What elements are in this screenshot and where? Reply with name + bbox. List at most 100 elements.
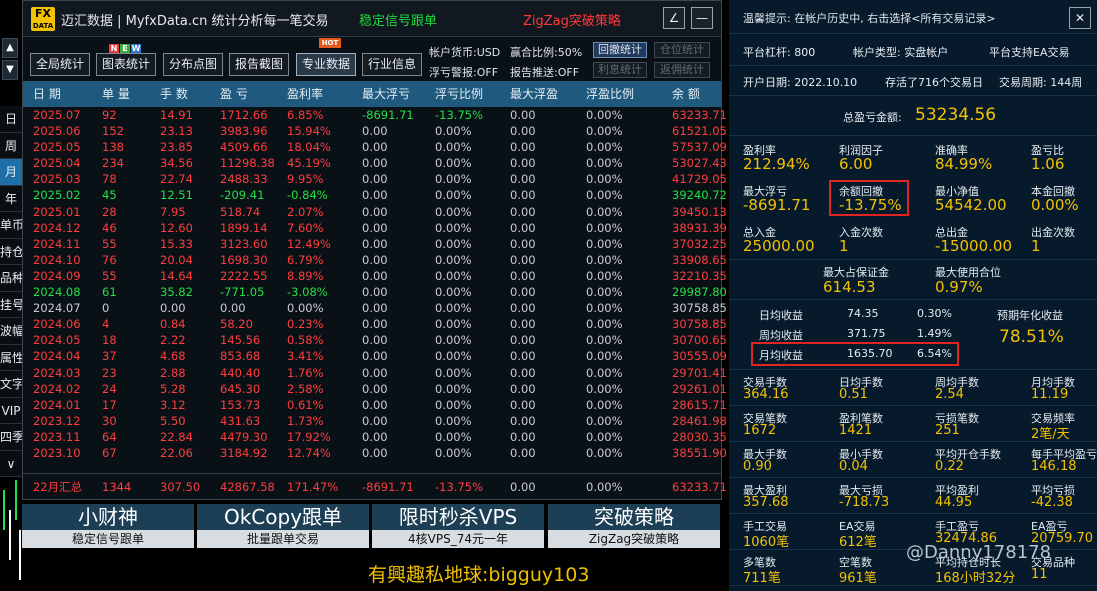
table-row[interactable]: 2024.02 24 5.28 645.30 2.58% 0.00 0.00% 0.00 0.0… (23, 381, 727, 397)
edit-icon[interactable]: ∠ (663, 7, 685, 29)
column-header[interactable]: 日 期 (23, 81, 89, 107)
chart-stats-button[interactable]: 图表统计 (96, 53, 156, 76)
interest-stats-button[interactable]: 利息统计 (593, 62, 647, 78)
table-cell: 55 (102, 236, 117, 251)
column-header[interactable]: 最大浮盈 (500, 81, 576, 107)
drawdown-stats-button[interactable]: 回撤统计 (593, 42, 647, 58)
report-screenshot-button[interactable]: 报告截图 (229, 53, 289, 76)
table-row[interactable]: 2024.08 61 35.82 -771.05 -3.08% 0.00 0.00% 0.00… (23, 284, 727, 300)
table-row[interactable]: 2023.10 67 22.06 3184.92 12.74% 0.00 0.00% 0.00… (23, 445, 727, 461)
column-header[interactable]: 浮盈比例 (576, 81, 644, 107)
table-row[interactable]: 2025.06 152 23.13 3983.96 15.94% 0.00 0.00% 0.0… (23, 123, 727, 139)
column-header[interactable]: 盈利率 (274, 81, 349, 107)
rebate-stats-button[interactable]: 返佣统计 (654, 62, 710, 78)
grid-value: 2.54 (935, 387, 964, 402)
table-row[interactable]: 2025.05 138 23.85 4509.66 18.04% 0.00 0.00% 0.0… (23, 139, 727, 155)
table-cell: 153.73 (220, 397, 261, 412)
table-row[interactable]: 2024.11 55 15.33 3123.60 12.49% 0.00 0.00% 0.00… (23, 236, 727, 252)
table-row[interactable]: 2024.03 23 2.88 440.40 1.76% 0.00 0.00% 0.00 0.0… (23, 365, 727, 381)
period-tab[interactable]: 年 (0, 185, 22, 212)
table-cell: -771.05 (220, 285, 265, 300)
period-tab[interactable]: 月 (0, 159, 22, 186)
summary-cell: 42867.58 (220, 480, 275, 494)
table-cell: 152 (102, 124, 124, 139)
table-row[interactable]: 2024.04 37 4.68 853.68 3.41% 0.00 0.00% 0.00 0.0… (23, 348, 727, 364)
period-tab[interactable]: 持仓 (0, 238, 22, 265)
minimize-button[interactable]: — (691, 7, 713, 29)
column-header[interactable]: 手 数 (149, 81, 207, 107)
close-icon[interactable]: ✕ (1069, 7, 1091, 29)
period-tab[interactable]: 四季 (0, 424, 22, 451)
table-row[interactable]: 2025.01 28 7.95 518.74 2.07% 0.00 0.00% 0.00 0.0… (23, 204, 727, 220)
table-row[interactable]: 2024.09 55 14.64 2222.55 8.89% 0.00 0.00% 0.00 0… (23, 268, 727, 284)
period-tab[interactable]: 周 (0, 132, 22, 159)
period-tab[interactable]: 属性 (0, 344, 22, 371)
column-header[interactable]: 余 额 (644, 81, 721, 107)
table-row[interactable]: 2025.07 92 14.91 1712.66 6.85% -8691.71 -13.75… (23, 107, 727, 123)
table-cell: 14.64 (160, 268, 193, 283)
column-header[interactable]: 浮亏比例 (425, 81, 500, 107)
period-tab[interactable]: 挂号 (0, 291, 22, 318)
global-stats-button[interactable]: 全局统计 (30, 53, 90, 76)
candle-bar (15, 480, 17, 520)
period-tab[interactable]: 单币 (0, 212, 22, 239)
table-body: 2025.07 92 14.91 1712.66 6.85% -8691.71 -13.75… (23, 107, 727, 461)
table-cell: 2.58% (287, 381, 324, 396)
annual-label: 预期年化收益 (997, 309, 1063, 322)
table-cell: 45 (102, 188, 117, 203)
table-row[interactable]: 2023.12 30 5.50 431.63 1.73% 0.00 0.00% 0.00 0.0… (23, 413, 727, 429)
scroll-up-button[interactable]: ▲ (2, 38, 18, 58)
period-tab[interactable]: 日 (0, 106, 22, 133)
table-row[interactable]: 2024.12 46 12.60 1899.14 7.60% 0.00 0.00% 0.00 0… (23, 220, 727, 236)
table-cell: 0.00% (586, 285, 623, 300)
table-cell: 0.00 (362, 140, 388, 155)
table-cell: 29987.80 (672, 285, 727, 300)
table-cell: 0.00 (362, 301, 388, 316)
table-cell: 22.74 (160, 172, 193, 187)
table-cell: 0.00% (435, 236, 472, 251)
table-cell: 0.00 (510, 317, 536, 332)
return-amount: 74.35 (847, 307, 879, 320)
period-tab[interactable]: 文字 (0, 371, 22, 398)
promo-vps[interactable]: 限时秒杀VPS 4核VPS_74元一年 (372, 504, 544, 549)
monthly-return-highlight-box (751, 342, 959, 366)
promo-xiaocaishen[interactable]: 小财神 稳定信号跟单 (22, 504, 194, 549)
table-row[interactable]: 2025.03 78 22.74 2488.33 9.95% 0.00 0.00% 0.00 0… (23, 171, 727, 187)
promo-okcopy[interactable]: OkCopy跟单 批量跟单交易 (197, 504, 369, 549)
table-row[interactable]: 2024.07 0 0.00 0.00 0.00% 0.00 0.00% 0.00 0.00% 3… (23, 300, 727, 316)
period-tab[interactable]: 波幅 (0, 318, 22, 345)
column-header[interactable]: 单 量 (89, 81, 149, 107)
table-cell: 23.13 (160, 124, 193, 139)
period-tab[interactable]: 品种 (0, 265, 22, 292)
table-row[interactable]: 2024.01 17 3.12 153.73 0.61% 0.00 0.00% 0.00 0.0… (23, 397, 727, 413)
table-cell: 0.00% (586, 365, 623, 380)
monthly-stats-table: 日 期单 量手 数盈 亏盈利率 最大浮亏 浮亏比例 最大浮盈 浮盈比例余 额 2025.… (23, 81, 727, 461)
pro-data-button[interactable]: 专业数据 (296, 53, 356, 76)
table-cell: 0.00 (362, 333, 388, 348)
scroll-down-button[interactable]: ▼ (2, 60, 18, 80)
period-tab[interactable]: VIP (0, 397, 22, 424)
table-row[interactable]: 2025.02 45 12.51 -209.41 -0.84% 0.00 0.00% 0.00… (23, 187, 727, 203)
signal-follow-link[interactable]: 稳定信号跟单 (359, 10, 437, 29)
table-row[interactable]: 2025.04 234 34.56 11298.38 45.19% 0.00 0.00% 0.… (23, 155, 727, 171)
grid-value: 2笔/天 (1031, 427, 1070, 442)
tip-bar: 温馨提示: 在帐户历史中, 右击选择<所有交易记录> ✕ (729, 0, 1097, 34)
table-cell: 30700.65 (672, 333, 727, 348)
column-header[interactable]: 最大浮亏 (349, 81, 425, 107)
table-cell: 0.00% (586, 252, 623, 267)
distribution-button[interactable]: 分布点图 (163, 53, 223, 76)
table-cell: 3983.96 (220, 124, 268, 139)
position-stats-button[interactable]: 仓位统计 (654, 42, 710, 58)
column-header[interactable]: 盈 亏 (207, 81, 274, 107)
table-row[interactable]: 2024.05 18 2.22 145.56 0.58% 0.00 0.00% 0.00 0.0… (23, 332, 727, 348)
table-cell: 145.56 (220, 333, 261, 348)
table-row[interactable]: 2024.10 76 20.04 1698.30 6.79% 0.00 0.00% 0.00 0… (23, 252, 727, 268)
industry-info-button[interactable]: 行业信息 (362, 53, 422, 76)
table-cell: 2025.02 (33, 188, 81, 203)
zigzag-strategy-link[interactable]: ZigZag突破策略 (523, 10, 621, 29)
table-cell: 0.00% (435, 381, 472, 396)
table-row[interactable]: 2024.06 4 0.84 58.20 0.23% 0.00 0.00% 0.00 0.00%… (23, 316, 727, 332)
table-cell: 0.00 (362, 220, 388, 235)
promo-breakout[interactable]: 突破策略 ZigZag突破策略 (548, 504, 720, 549)
table-row[interactable]: 2023.11 64 22.84 4479.30 17.92% 0.00 0.00% 0.00… (23, 429, 727, 445)
